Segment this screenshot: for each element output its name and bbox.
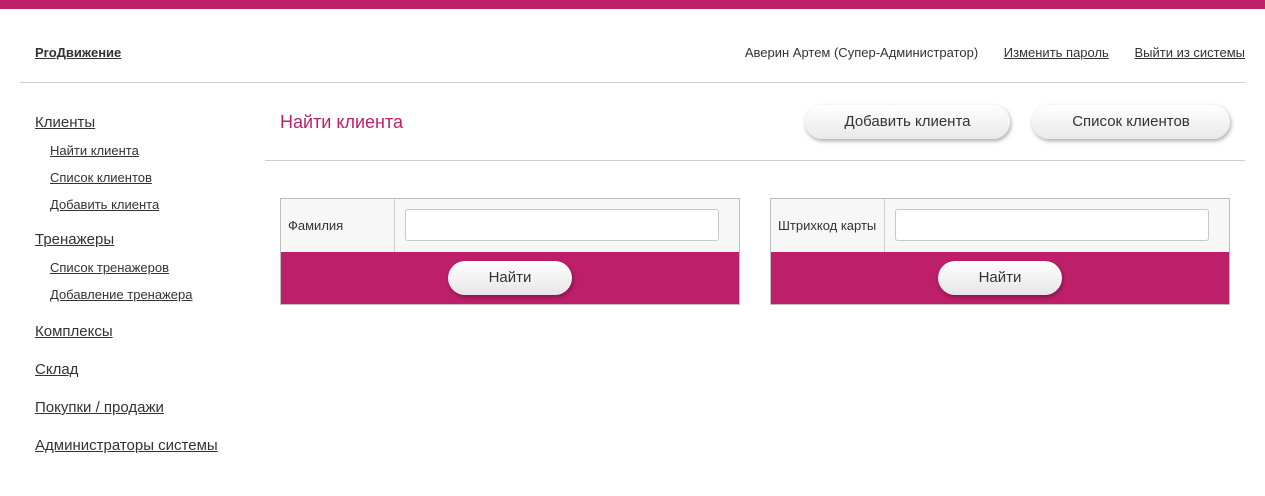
sidebar-subitem-trainer-list[interactable]: Список тренажеров (50, 260, 255, 276)
brand-link[interactable]: ProДвижение (35, 45, 121, 60)
barcode-field-row: Штрихкод карты (771, 199, 1229, 252)
surname-action-row: Найти (281, 252, 739, 304)
sidebar-item-purchases[interactable]: Покупки / продажи (35, 399, 255, 417)
sidebar-subitem-add-client[interactable]: Добавить клиента (50, 197, 255, 213)
add-client-button[interactable]: Добавить клиента (805, 105, 1010, 139)
sidebar-subitem-find-client[interactable]: Найти клиента (50, 143, 255, 159)
find-by-barcode-button[interactable]: Найти (938, 261, 1062, 295)
top-accent-bar (0, 0, 1265, 9)
sidebar: Клиенты Найти клиента Список клиентов До… (35, 114, 255, 455)
sidebar-item-complexes[interactable]: Комплексы (35, 323, 255, 341)
surname-field-row: Фамилия (281, 199, 739, 252)
sidebar-subitem-add-trainer[interactable]: Добавление тренажера (50, 287, 255, 303)
change-password-link[interactable]: Изменить пароль (1004, 45, 1109, 60)
logout-link[interactable]: Выйти из системы (1134, 45, 1245, 60)
main-header: Найти клиента Добавить клиента Список кл… (265, 96, 1245, 161)
barcode-label: Штрихкод карты (771, 199, 885, 252)
surname-label: Фамилия (281, 199, 395, 252)
sidebar-item-warehouse[interactable]: Склад (35, 361, 255, 379)
sidebar-subitem-client-list[interactable]: Список клиентов (50, 170, 255, 186)
sidebar-item-clients[interactable]: Клиенты (35, 114, 255, 132)
client-list-button[interactable]: Список клиентов (1032, 105, 1230, 139)
sidebar-item-trainers[interactable]: Тренажеры (35, 231, 255, 249)
barcode-search-form: Штрихкод карты Найти (770, 198, 1230, 305)
barcode-action-row: Найти (771, 252, 1229, 304)
user-name: Аверин Артем (Супер-Администратор) (744, 45, 979, 60)
user-area: Аверин Артем (Супер-Администратор) Измен… (723, 45, 1245, 60)
header: ProДвижение Аверин Артем (Супер-Админист… (20, 30, 1245, 83)
sidebar-item-admins[interactable]: Администраторы системы (35, 437, 255, 455)
surname-search-form: Фамилия Найти (280, 198, 740, 305)
page-title: Найти клиента (280, 112, 404, 132)
surname-input[interactable] (405, 209, 719, 241)
find-by-surname-button[interactable]: Найти (448, 261, 572, 295)
barcode-input[interactable] (895, 209, 1209, 241)
